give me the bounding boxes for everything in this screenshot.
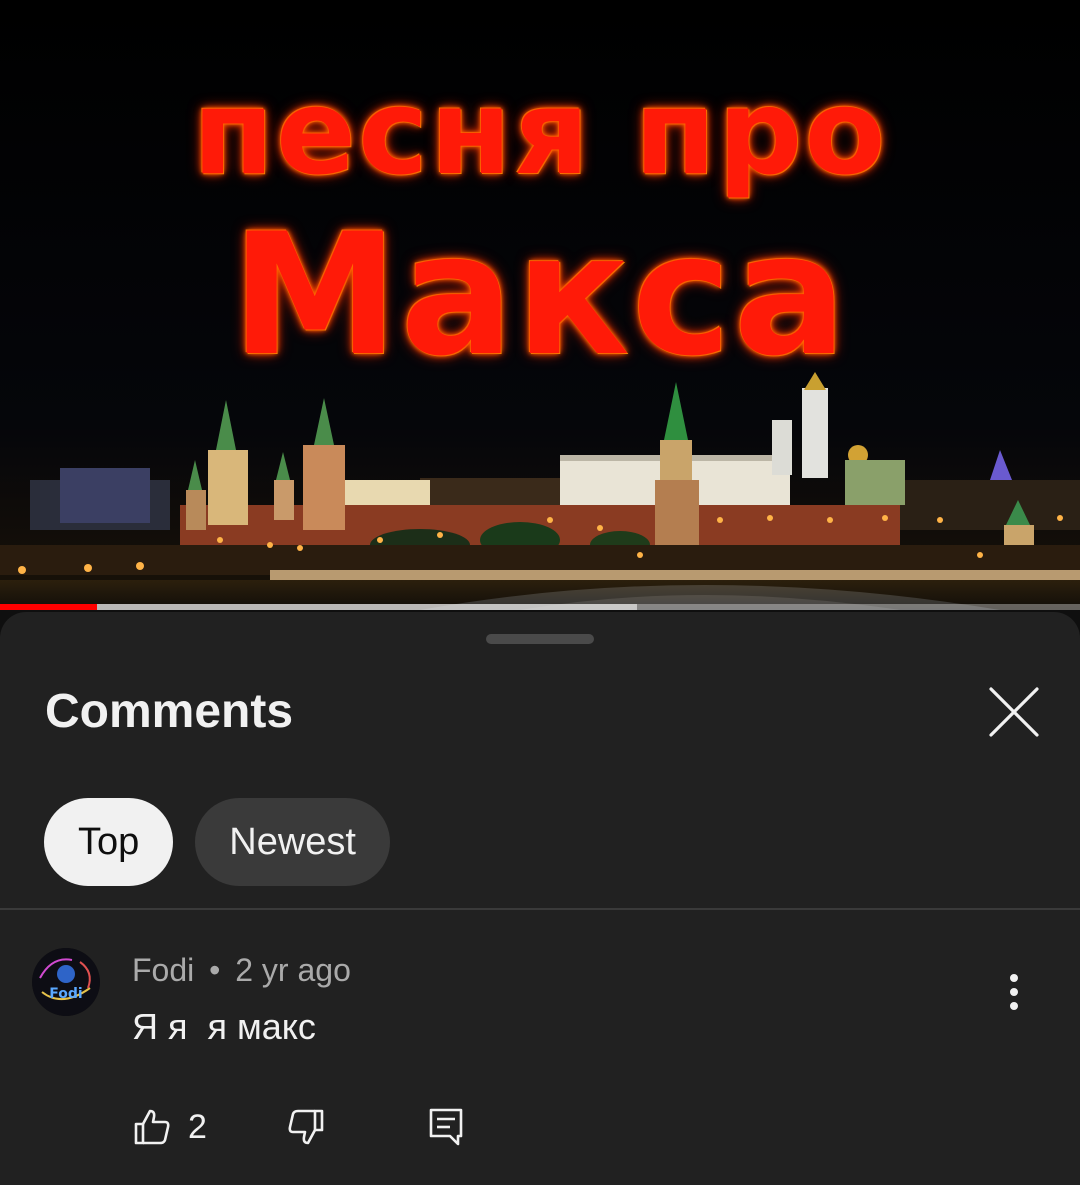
comment-age: 2 yr ago [235,952,351,988]
chip-newest[interactable]: Newest [195,798,390,886]
comments-title: Comments [45,685,294,738]
like-button[interactable]: 2 [132,1092,207,1162]
progress-bar[interactable] [0,604,1080,610]
comments-sheet: Comments Top Newest Fodi Fodi • 2 yr ago [0,612,1080,1185]
avatar[interactable]: Fodi [32,948,100,1016]
svg-text:Fodi: Fodi [49,986,82,1002]
chip-top[interactable]: Top [44,798,174,886]
sort-chips: Top Newest [44,798,390,886]
progress-played [0,604,98,610]
dislike-button[interactable] [286,1092,326,1162]
drag-handle[interactable] [486,634,594,644]
reply-icon [429,1108,463,1146]
thumbs-up-icon [134,1109,170,1145]
close-icon [989,687,1039,737]
comment-meta: Fodi • 2 yr ago [132,950,351,990]
more-vert-icon [1010,974,1018,1010]
like-count: 2 [188,1107,207,1146]
video-title-line-1: песня про [192,63,888,201]
thumbs-down-icon [288,1109,324,1145]
comment-item: Fodi Fodi • 2 yr ago Я я я макс 2 [0,910,1080,1185]
comment-author[interactable]: Fodi [132,952,194,988]
meta-separator: • [209,952,221,988]
video-player[interactable]: песня про Макса [0,0,1080,610]
close-button[interactable] [980,678,1048,746]
reply-button[interactable] [428,1092,464,1162]
avatar-image: Fodi [32,948,100,1016]
comment-text: Я я я макс [132,1006,316,1047]
comment-more-button[interactable] [990,962,1038,1022]
video-title-line-2: Макса [231,197,849,393]
